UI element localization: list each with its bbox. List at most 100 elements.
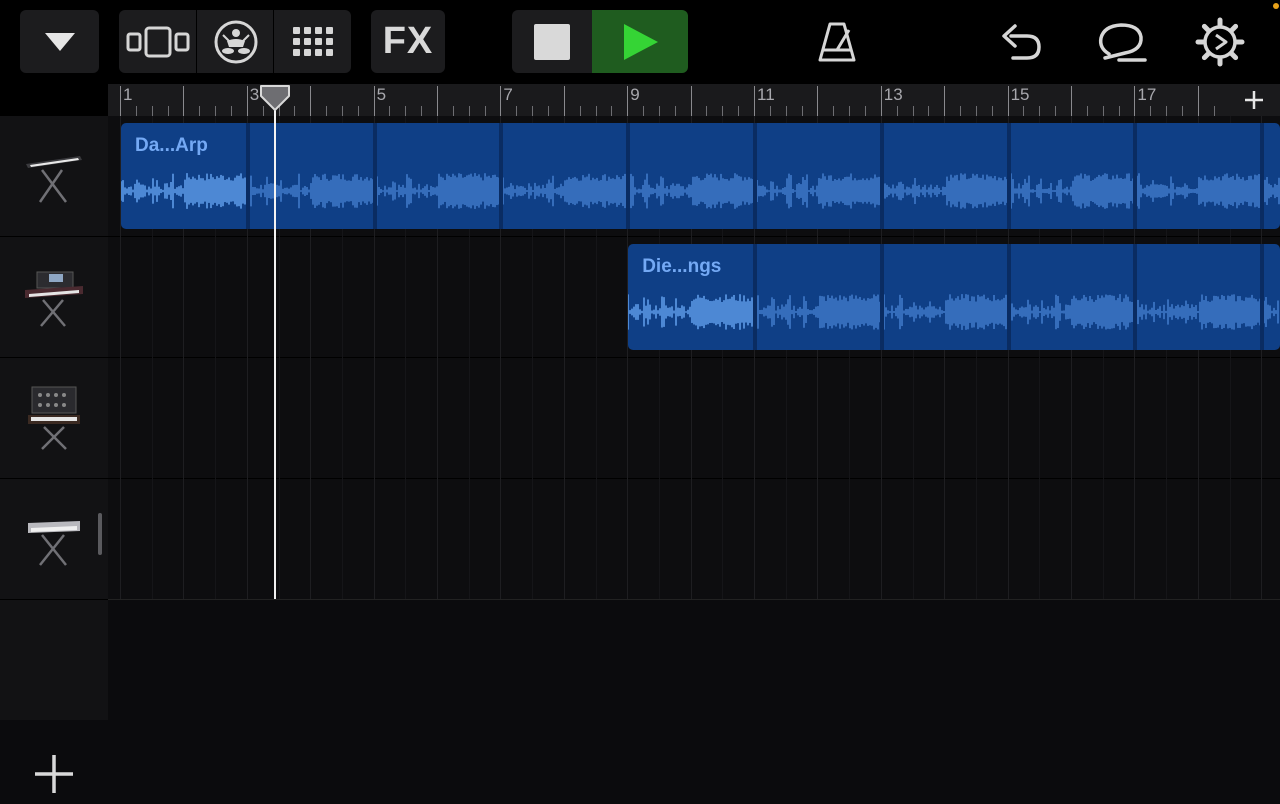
undo-button[interactable] [992,10,1050,73]
audio-region[interactable]: Da...Arp [121,123,1280,229]
beat-tick [706,106,708,116]
track-header-4[interactable] [0,479,108,600]
loop-browser-button[interactable] [1090,10,1152,73]
track-header-3[interactable] [0,358,108,479]
beat-tick [785,106,787,116]
bar-tick [246,86,248,116]
bar-number: 5 [376,85,387,104]
add-section-button[interactable] [1228,84,1280,116]
loop-boundary [1133,123,1138,229]
loop-boundary [1006,123,1011,229]
bar-tick [754,86,755,116]
bar-tick [944,86,946,116]
bar-tick [563,86,565,116]
loop-boundary [1260,244,1265,350]
beat-tick [421,106,423,116]
beat-tick [1023,106,1025,116]
beat-tick [1118,106,1120,116]
beat-tick [167,106,169,116]
beat-tick [991,106,993,116]
beat-tick [611,106,613,116]
track-header-2[interactable] [0,237,108,358]
beat-tick [199,106,201,116]
bar-number: 7 [503,85,513,104]
beat-tick [341,106,343,116]
beat-tick [674,106,676,116]
beat-tick [484,106,486,116]
bar-tick [627,86,629,116]
loop-boundary [499,123,504,229]
beat-tick [547,106,549,116]
browser-menu-button[interactable] [20,10,99,73]
loop-boundary [879,244,884,350]
loop-boundary [1260,123,1265,229]
bar-number: 9 [630,85,640,104]
bar-tick [690,86,692,116]
metronome-button[interactable] [806,10,868,73]
bar-tick [1071,86,1072,116]
waveform [628,294,1279,330]
beat-tick [960,106,962,116]
control-bar: FX [0,0,1280,84]
plus-icon [35,755,73,793]
status-indicator-dot [1273,3,1279,9]
loop-boundary [1133,244,1138,350]
beat-tick [722,106,724,116]
empty-track-area[interactable] [108,599,1280,721]
add-track-button[interactable] [24,744,84,804]
track-header-1[interactable] [0,116,108,237]
grid-view-button[interactable] [273,10,352,73]
beat-tick [833,106,835,116]
beat-tick [516,106,518,116]
play-button[interactable] [592,10,688,73]
settings-button[interactable] [1190,10,1250,73]
beat-tick [896,106,898,116]
bar-tick [183,86,185,116]
view-controls-group [119,10,351,73]
beat-tick [1181,106,1183,116]
loop-boundary [753,123,757,229]
keyboard-synth-icon [26,156,82,203]
synth-workstation-icon [25,271,83,327]
fx-button[interactable]: FX [371,10,445,73]
settings-icon [1195,17,1245,66]
beat-tick [151,106,153,116]
beat-tick [452,106,454,116]
loop-boundary [626,123,631,229]
bar-number: 17 [1137,85,1157,104]
stop-button[interactable] [512,10,592,73]
bar-tick [817,86,819,116]
bar-number: 13 [883,85,903,104]
beat-tick [1039,106,1041,116]
tracks-area[interactable]: Da...Arp Die...ngs [108,116,1280,599]
stage-keyboard-icon [28,521,80,566]
beat-tick [215,106,217,116]
playhead-line [273,100,276,599]
beat-tick [579,106,581,116]
bar-tick [373,86,375,116]
region-name: Da...Arp [135,135,208,156]
beat-tick [658,106,660,116]
bar-tick [1134,86,1136,116]
tracks-view-button[interactable] [119,10,197,73]
beat-tick [230,106,232,116]
grid-icon [293,26,333,56]
region-name: Die...ngs [642,256,722,277]
tracks-view-icon [126,26,190,57]
bar-tick [437,86,438,116]
beat-tick [595,106,597,116]
bar-tick [120,86,121,116]
beat-tick [357,106,359,116]
playhead-handle[interactable] [259,84,291,112]
beat-tick [643,106,645,116]
drummer-icon [214,20,258,63]
beat-tick [849,106,851,116]
undo-icon [1002,23,1041,60]
play-icon [624,23,658,60]
drummer-button[interactable] [196,10,275,73]
audio-region[interactable]: Die...ngs [628,244,1280,350]
modular-synth-icon [28,386,80,450]
loop-boundary [879,123,884,229]
chevron-down-icon [44,32,75,51]
track-list-scroll-handle[interactable] [98,513,102,555]
